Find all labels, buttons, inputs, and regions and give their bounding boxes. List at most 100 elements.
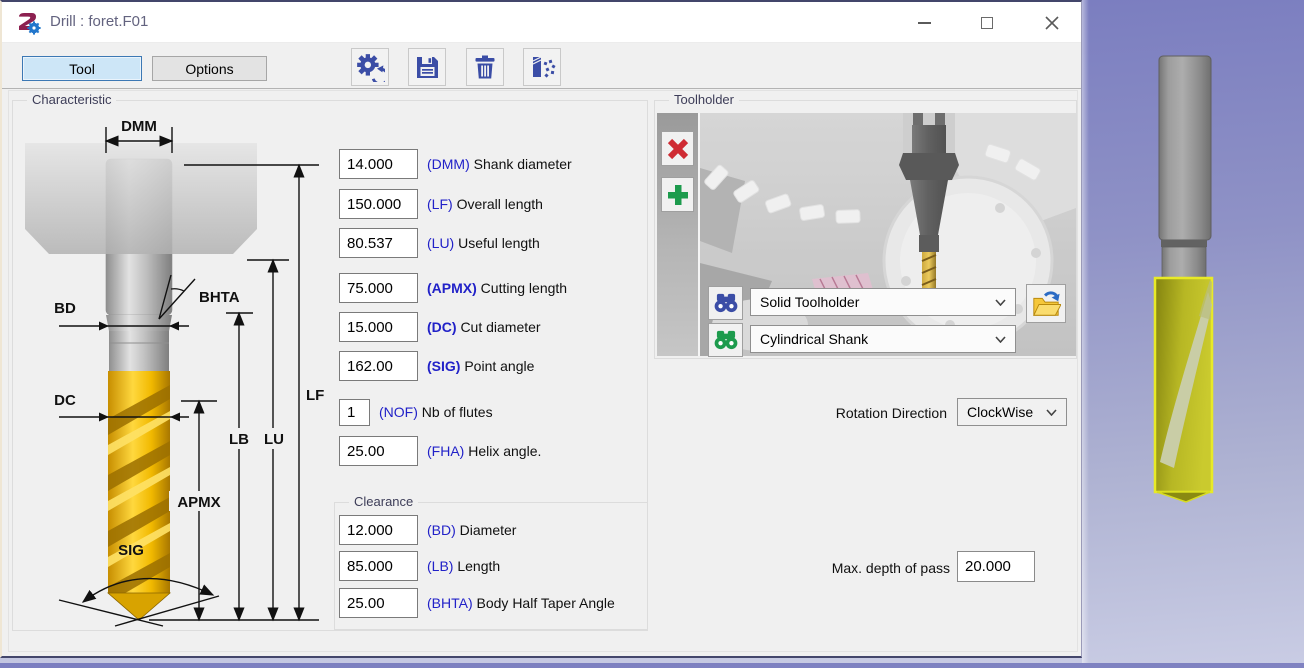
field-cutting-length: (APMX) Cutting length [339,273,567,303]
drill-dimension-diagram: DMM LF LU LB APMX BD [21,113,341,628]
tool-chips-button[interactable] [523,48,561,86]
tool-chips-icon [527,52,557,82]
save-icon [413,53,441,81]
chevron-down-icon [995,336,1006,343]
svg-text:APMX: APMX [177,494,220,511]
save-button[interactable] [408,48,446,86]
svg-text:BHTA: BHTA [199,289,240,306]
cutting-length-input[interactable] [339,273,418,303]
close-icon [1045,16,1059,30]
field-label: Overall length [457,196,543,212]
rotation-direction-label: Rotation Direction [772,405,947,421]
blue-binoculars-icon [713,293,739,313]
field-code: (APMX) [427,280,477,296]
field-label: Cutting length [481,280,567,296]
solid-toolholder-value: Solid Toolholder [760,294,859,310]
body-half-taper-angle-input[interactable] [339,588,418,618]
svg-text:LU: LU [264,431,284,448]
red-x-icon [667,138,689,160]
minimize-icon [918,22,931,24]
helix-angle-input[interactable] [339,436,418,466]
field-code: (FHA) [427,443,464,459]
drill-3d-render [1082,0,1304,663]
rotation-direction-value: ClockWise [967,404,1033,420]
delete-button[interactable] [466,48,504,86]
shank-type-value: Cylindrical Shank [760,331,868,347]
search-shank-button[interactable] [708,323,743,357]
shank-diameter-input[interactable] [339,149,418,179]
field-label: Body Half Taper Angle [477,595,615,611]
app-logo-icon [15,10,41,35]
gear-refresh-icon [355,52,385,82]
field-label: Helix angle. [468,443,541,459]
solid-toolholder-select[interactable]: Solid Toolholder [750,288,1016,316]
svg-text:LB: LB [229,431,249,448]
tool-3d-viewport[interactable] [1082,0,1304,663]
field-label: Point angle [464,358,534,374]
maximize-icon [981,17,993,29]
tab-tool[interactable]: Tool [22,56,142,81]
shank-type-select[interactable]: Cylindrical Shank [750,325,1016,353]
clearance-group-title: Clearance [349,494,418,509]
field-code: (BD) [427,522,456,538]
titlebar: Drill : foret.F01 [2,2,1081,43]
drill-dialog-window: Drill : foret.F01 Tool Options [0,0,1082,658]
field-code: (LU) [427,235,454,251]
overall-length-input[interactable] [339,189,418,219]
green-plus-icon [666,183,690,207]
field-label: Diameter [460,522,517,538]
open-toolholder-file-button[interactable] [1026,284,1066,323]
field-label: Length [457,558,500,574]
maximize-button[interactable] [971,8,1003,38]
field-code: (LB) [427,558,453,574]
max-depth-of-pass-input[interactable] [957,551,1035,582]
field-code: (BHTA) [427,595,473,611]
max-depth-of-pass-label: Max. depth of pass [772,560,950,576]
field-useful-length: (LU) Useful length [339,228,540,258]
chevron-down-icon [1046,409,1057,416]
field-clearance-length: (LB) Length [339,551,500,581]
minimize-button[interactable] [908,8,940,38]
window-title: Drill : foret.F01 [50,13,148,30]
svg-text:SIG: SIG [118,542,144,559]
characteristic-group-title: Characteristic [27,92,116,107]
useful-length-input[interactable] [339,228,418,258]
chevron-down-icon [995,299,1006,306]
field-label: Nb of flutes [422,404,493,420]
tab-options[interactable]: Options [152,56,267,81]
toolholder-group-title: Toolholder [669,92,739,107]
point-angle-input[interactable] [339,351,418,381]
rotation-direction-select[interactable]: ClockWise [957,398,1067,426]
field-overall-length: (LF) Overall length [339,189,543,219]
svg-text:LF: LF [306,387,324,404]
open-folder-icon [1031,289,1061,319]
field-clearance-diameter: (BD) Diameter [339,515,516,545]
clearance-length-input[interactable] [339,551,418,581]
field-point-angle: (SIG) Point angle [339,351,534,381]
field-cut-diameter: (DC) Cut diameter [339,312,541,342]
trash-icon [471,53,499,81]
green-binoculars-icon [713,330,739,350]
field-code: (NOF) [379,404,418,420]
remove-toolholder-button[interactable] [661,131,694,166]
field-code: (DC) [427,319,457,335]
field-code: (DMM) [427,156,470,172]
toolholder-preview-image [700,113,1076,356]
svg-text:BD: BD [54,300,76,317]
settings-refresh-button[interactable] [351,48,389,86]
clearance-diameter-input[interactable] [339,515,418,545]
field-code: (LF) [427,196,453,212]
nb-of-flutes-input[interactable] [339,399,370,426]
add-toolholder-button[interactable] [661,177,694,212]
close-button[interactable] [1036,8,1068,38]
svg-text:DMM: DMM [121,118,157,135]
field-label: Useful length [458,235,540,251]
field-helix-angle: (FHA) Helix angle. [339,436,541,466]
search-toolholder-button[interactable] [708,286,743,320]
field-label: Cut diameter [460,319,540,335]
field-body-half-taper-angle: (BHTA) Body Half Taper Angle [339,588,615,618]
field-shank-diameter: (DMM) Shank diameter [339,149,572,179]
field-nb-of-flutes: (NOF) Nb of flutes [339,397,493,427]
toolholder-group: Toolholder [654,100,1077,359]
cut-diameter-input[interactable] [339,312,418,342]
